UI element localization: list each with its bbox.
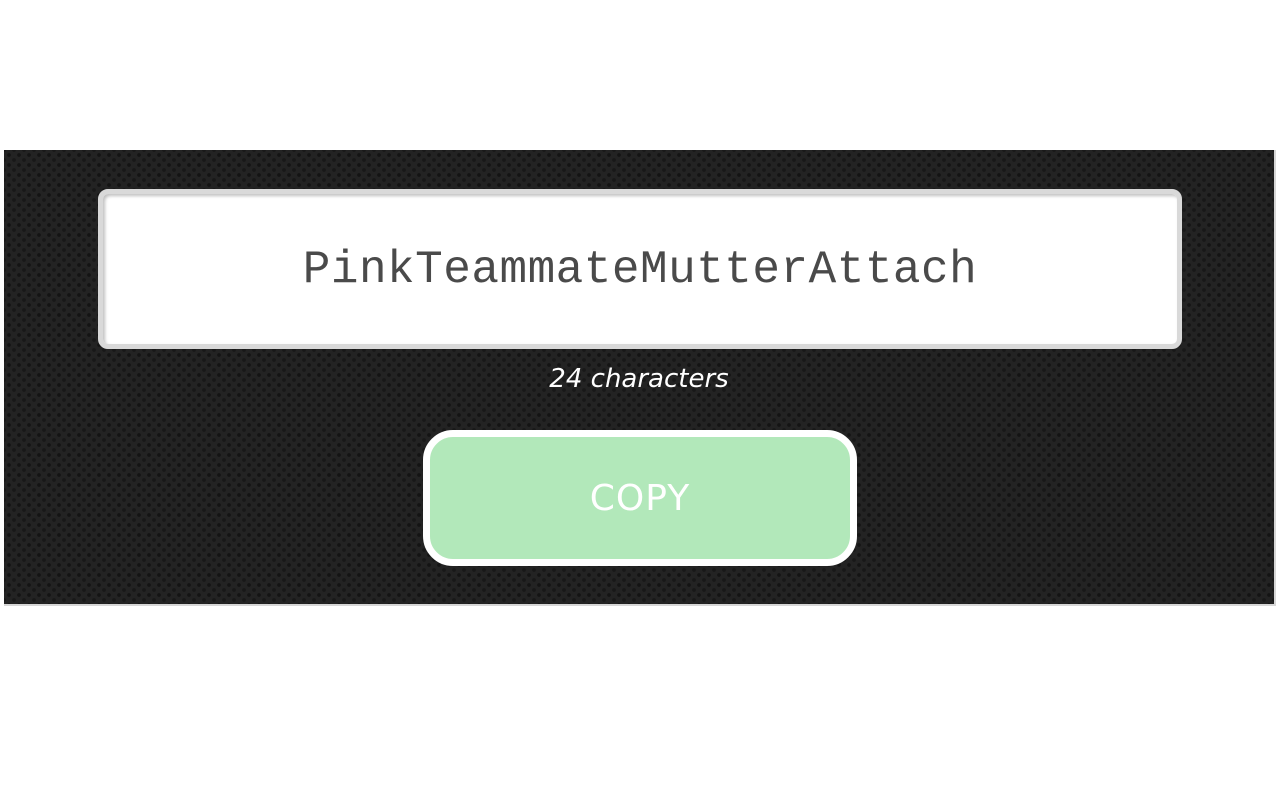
generated-password-text[interactable]: PinkTeammateMutterAttach bbox=[303, 242, 978, 296]
character-count-label: 24 characters bbox=[549, 364, 729, 394]
generated-password-field[interactable]: PinkTeammateMutterAttach bbox=[98, 189, 1182, 349]
generator-panel: PinkTeammateMutterAttach 24 characters C… bbox=[4, 150, 1276, 606]
copy-button-label: COPY bbox=[589, 477, 691, 519]
copy-button[interactable]: COPY bbox=[423, 430, 857, 566]
